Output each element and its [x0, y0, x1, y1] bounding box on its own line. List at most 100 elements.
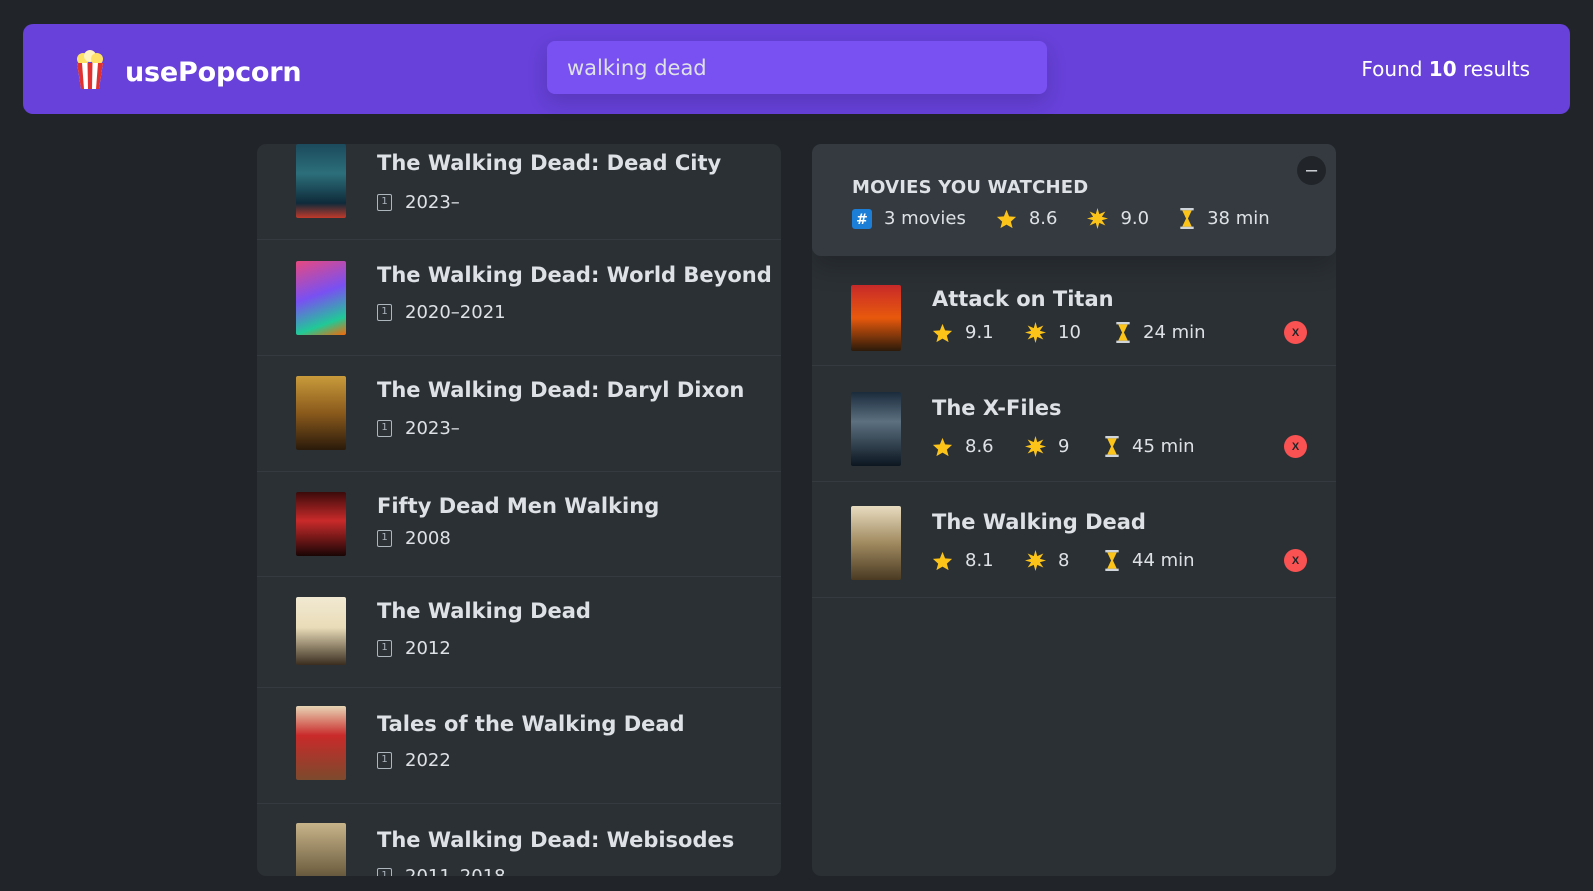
summary-runtime: 38 min [1179, 208, 1270, 229]
search-result-item[interactable]: The Walking Dead: World Beyond 1 2020–20… [257, 240, 781, 356]
brand-name: usePopcorn [125, 56, 302, 88]
results-number: 10 [1428, 57, 1457, 81]
delete-button[interactable]: X [1284, 435, 1307, 458]
movie-poster [851, 285, 901, 351]
movie-year-text: 2023– [405, 418, 460, 439]
calendar-icon: 1 [377, 420, 392, 437]
movie-poster [296, 144, 346, 218]
summary-imdb-text: 8.6 [1028, 208, 1058, 229]
movie-year-text: 2022 [405, 750, 451, 771]
summary-count-text: 3 movies [884, 208, 966, 229]
runtime-text: 44 min [1132, 550, 1195, 571]
imdb-rating-text: 8.1 [965, 550, 994, 571]
logo: usePopcorn [73, 50, 302, 94]
summary-runtime-text: 38 min [1207, 208, 1270, 229]
search-result-item[interactable]: Tales of the Walking Dead 1 2022 [257, 688, 781, 804]
movie-title: The Walking Dead [932, 510, 1146, 534]
search-result-item[interactable]: The Walking Dead: Webisodes 1 2011–2018 [257, 804, 781, 876]
movie-poster [296, 376, 346, 450]
sparkle-icon [1025, 550, 1046, 571]
movie-title: The Walking Dead: Dead City [377, 151, 722, 175]
runtime: 45 min [1104, 436, 1195, 457]
search-result-item[interactable]: The Walking Dead: Daryl Dixon 1 2023– [257, 356, 781, 472]
calendar-icon: 1 [377, 304, 392, 321]
movie-year: 1 2023– [377, 192, 460, 213]
summary-stats: # 3 movies 8.6 9.0 38 min [852, 208, 1300, 229]
movie-year-text: 2008 [405, 528, 451, 549]
movie-poster [851, 506, 901, 580]
svg-text:#: # [856, 212, 868, 228]
results-prefix: Found [1361, 57, 1429, 81]
collapse-button[interactable]: – [1297, 156, 1326, 185]
movie-poster [296, 597, 346, 665]
runtime: 44 min [1104, 550, 1195, 571]
movie-title: The X-Files [932, 396, 1062, 420]
movie-poster [296, 492, 346, 556]
imdb-rating: 8.6 [932, 436, 1025, 457]
movie-title: Fifty Dead Men Walking [377, 494, 660, 518]
search-input[interactable] [547, 41, 1047, 94]
movie-year: 1 2023– [377, 418, 460, 439]
movie-title: The Walking Dead: World Beyond [377, 263, 772, 287]
star-icon [932, 323, 953, 343]
star-icon [932, 437, 953, 457]
summary-user-text: 9.0 [1120, 208, 1150, 229]
movie-year-text: 2020–2021 [405, 302, 506, 323]
imdb-rating: 9.1 [932, 322, 1025, 343]
watched-item: Attack on Titan 9.1 10 24 min X [812, 256, 1336, 366]
search-result-item[interactable]: The Walking Dead: Dead City 1 2023– [257, 144, 781, 240]
movie-title: The Walking Dead [377, 599, 591, 623]
user-rating-text: 10 [1058, 322, 1081, 343]
calendar-icon: 1 [377, 640, 392, 657]
calendar-icon: 1 [377, 752, 392, 769]
search-result-item[interactable]: Fifty Dead Men Walking 1 2008 [257, 472, 781, 577]
summary-count: # 3 movies [852, 208, 966, 229]
nav-bar: usePopcorn Found 10 results [23, 24, 1570, 114]
sparkle-icon [1025, 322, 1046, 343]
runtime-text: 24 min [1143, 322, 1206, 343]
search-results-list[interactable]: The Walking Dead: Dead City 1 2023– The … [257, 144, 781, 876]
summary-heading: MOVIES YOU WATCHED [852, 177, 1089, 198]
movie-year: 1 2012 [377, 638, 451, 659]
watched-summary: MOVIES YOU WATCHED # 3 movies 8.6 9.0 38… [812, 144, 1336, 256]
user-rating-text: 9 [1058, 436, 1070, 457]
movie-year: 1 2011–2018 [377, 866, 506, 876]
movie-year: 1 2020–2021 [377, 302, 506, 323]
movie-year-text: 2011–2018 [405, 866, 506, 876]
watched-list: Attack on Titan 9.1 10 24 min X The X-Fi… [812, 256, 1336, 598]
delete-button[interactable]: X [1284, 549, 1307, 572]
calendar-icon: 1 [377, 530, 392, 547]
movie-year: 1 2022 [377, 750, 451, 771]
user-rating-text: 8 [1058, 550, 1070, 571]
hourglass-icon [1104, 550, 1120, 571]
movie-poster [851, 392, 901, 466]
results-suffix: results [1456, 57, 1530, 81]
popcorn-icon [73, 50, 107, 94]
calendar-icon: 1 [377, 868, 392, 876]
movie-title: The Walking Dead: Daryl Dixon [377, 378, 745, 402]
hourglass-icon [1104, 436, 1120, 457]
imdb-rating-text: 8.6 [965, 436, 994, 457]
imdb-rating-text: 9.1 [965, 322, 994, 343]
calendar-icon: 1 [377, 194, 392, 211]
delete-button[interactable]: X [1284, 321, 1307, 344]
movie-title: Tales of the Walking Dead [377, 712, 685, 736]
summary-user-rating: 9.0 [1087, 208, 1149, 229]
summary-imdb-rating: 8.6 [996, 208, 1058, 229]
hash-icon: # [852, 208, 872, 229]
watched-stats: 8.6 9 45 min [932, 436, 1195, 457]
sparkle-icon [1025, 436, 1046, 457]
watched-stats: 9.1 10 24 min [932, 322, 1206, 343]
user-rating: 8 [1025, 550, 1104, 571]
watched-item: The Walking Dead 8.1 8 44 min X [812, 482, 1336, 598]
movie-title: The Walking Dead: Webisodes [377, 828, 735, 852]
movie-year-text: 2012 [405, 638, 451, 659]
movie-year-text: 2023– [405, 192, 460, 213]
runtime-text: 45 min [1132, 436, 1195, 457]
movie-poster [296, 261, 346, 335]
watched-panel: MOVIES YOU WATCHED # 3 movies 8.6 9.0 38… [812, 144, 1336, 876]
search-result-item[interactable]: The Walking Dead 1 2012 [257, 577, 781, 688]
runtime: 24 min [1115, 322, 1206, 343]
imdb-rating: 8.1 [932, 550, 1025, 571]
star-icon [996, 209, 1017, 229]
